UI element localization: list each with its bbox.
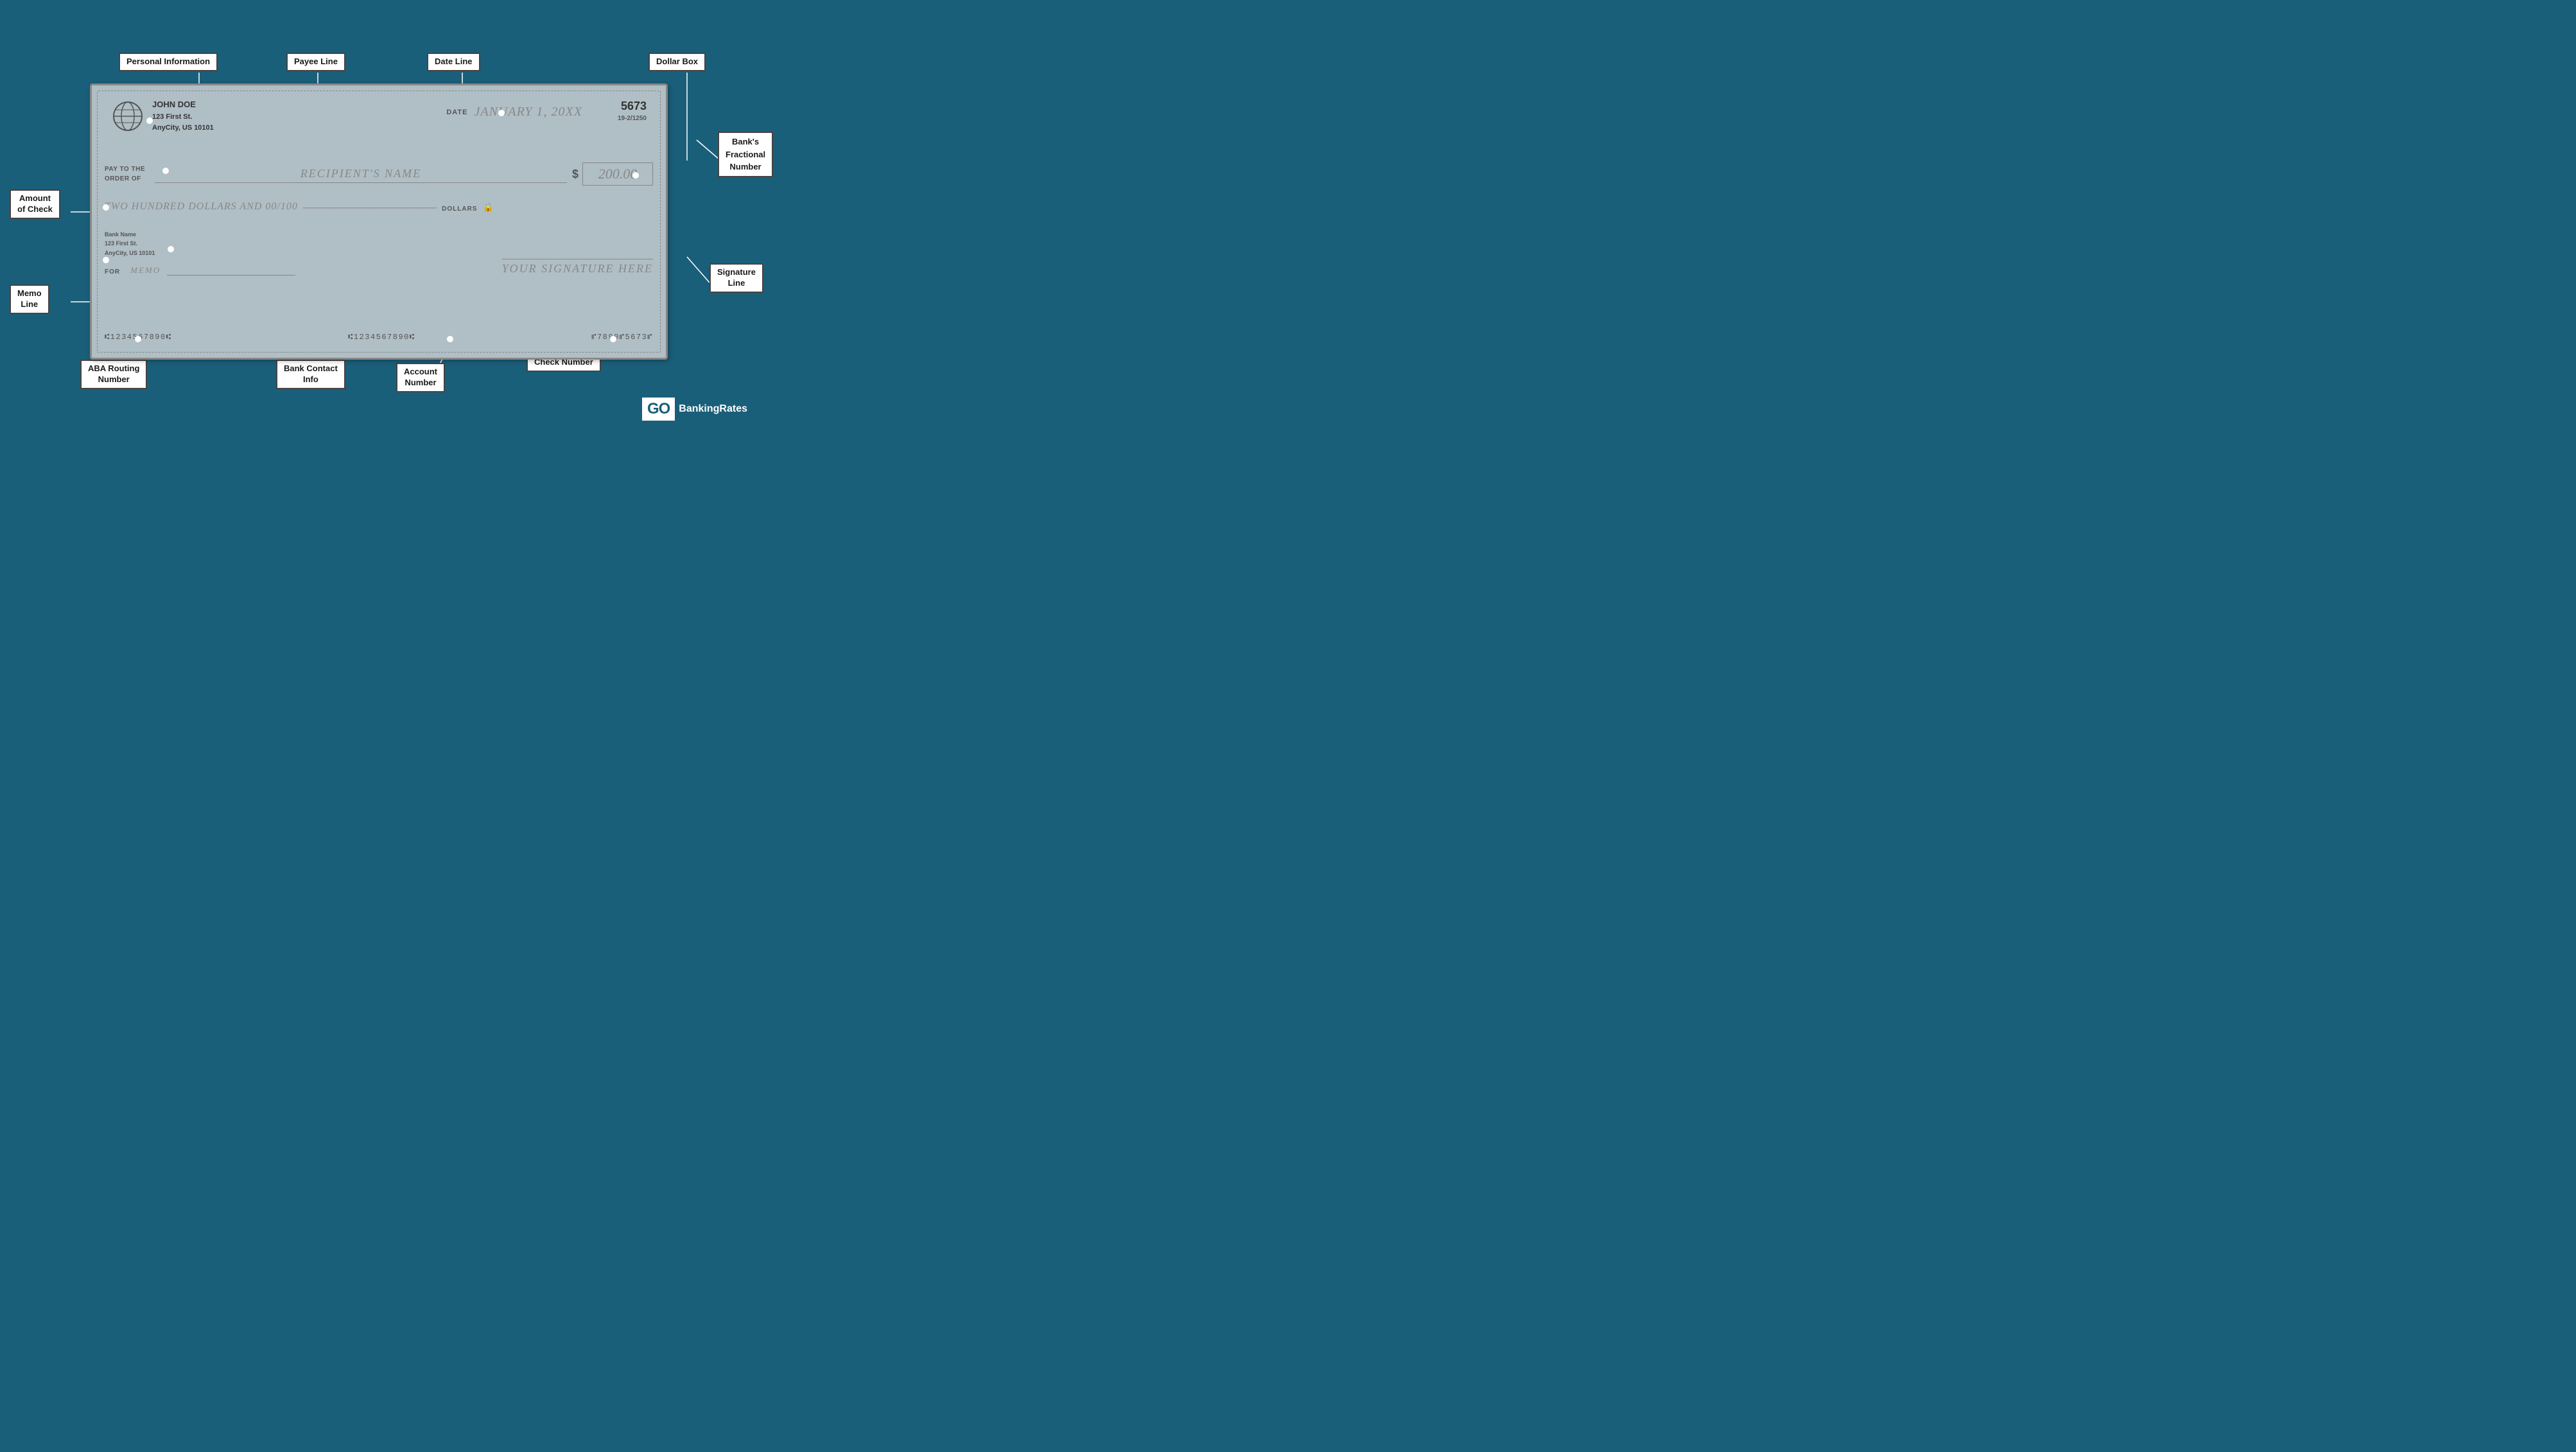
dot-memo [103, 257, 109, 263]
dot-date-line [498, 110, 505, 116]
memo-sig-section: FOR MEMO YOUR SIGNATURE HERE [105, 259, 653, 276]
dot-check-num [610, 336, 616, 342]
label-payee-line: Payee Line [286, 53, 345, 71]
dot-personal-info [146, 118, 153, 124]
dollar-box: 200.00 [582, 162, 653, 186]
check: 5673 19-2/1250 JOHN DOE 123 First St. An… [90, 83, 668, 360]
signature-line: YOUR SIGNATURE HERE [502, 259, 653, 276]
payee-line: RECIPIENT'S NAME [155, 165, 567, 183]
globe-icon [111, 100, 144, 133]
dot-payee-line [162, 168, 169, 174]
label-bank-contact-info: Bank ContactInfo [276, 360, 345, 389]
date-section: DATE JANUARY 1, 20XX [446, 105, 582, 119]
label-account-number: AccountNumber [396, 363, 445, 392]
logo: GO BankingRates [642, 398, 751, 421]
label-memo-line: MemoLine [10, 284, 49, 314]
dot-aba [135, 336, 141, 342]
personal-text: JOHN DOE 123 First St. AnyCity, US 10101 [152, 98, 214, 134]
label-banks-fractional-number: Bank'sFractionalNumber [718, 132, 773, 177]
check-number-display: 5673 19-2/1250 [618, 98, 647, 123]
label-amount-of-check: Amountof Check [10, 189, 60, 219]
label-dollar-box: Dollar Box [648, 53, 706, 71]
dot-dollar-box [632, 172, 639, 179]
label-date-line: Date Line [427, 53, 480, 71]
dollar-box-section: $ 200.00 [572, 162, 653, 186]
lock-icon: 🔒 [482, 202, 493, 213]
micr-line: ⑆1234567890⑆ ⑆1234567890⑆ ⑈7890⑈5673⑈ [105, 333, 653, 342]
bank-info-section: Bank Name 123 First St. AnyCity, US 1010… [105, 230, 155, 258]
label-aba-routing-number: ABA RoutingNumber [80, 360, 147, 389]
dot-account [447, 336, 453, 342]
amount-written-section: TWO HUNDRED DOLLARS AND 00/100 ─────────… [105, 201, 653, 213]
label-personal-information: Personal Information [119, 53, 218, 71]
pay-to-section: PAY TO THEORDER OF RECIPIENT'S NAME $ 20… [105, 162, 653, 186]
dot-bank-contact [168, 246, 174, 252]
label-signature-line: SignatureLine [709, 263, 763, 293]
dot-amount-written [103, 204, 109, 211]
personal-info-section: JOHN DOE 123 First St. AnyCity, US 10101 [111, 98, 214, 134]
memo-line [167, 260, 295, 276]
